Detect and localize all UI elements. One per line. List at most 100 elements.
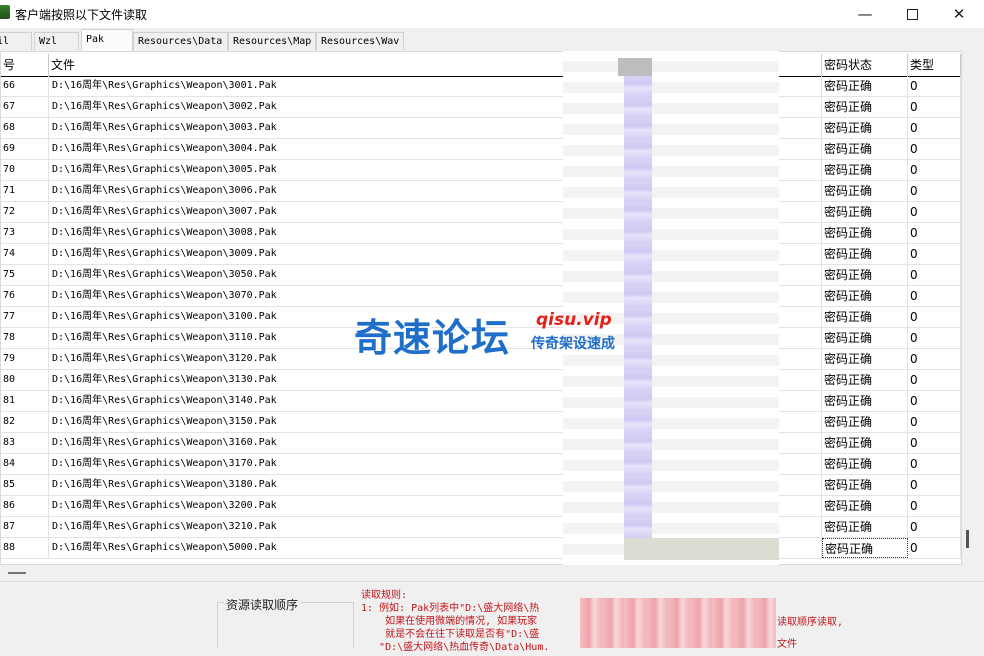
row-index[interactable]: 87 bbox=[1, 517, 49, 537]
table-row[interactable]: 68 D:\16周年\Res\Graphics\Weapon\3003.Pak 密码… bbox=[1, 118, 961, 139]
row-type[interactable]: 0 bbox=[908, 475, 961, 495]
row-type[interactable]: 0 bbox=[908, 391, 961, 411]
table-row[interactable]: 66 D:\16周年\Res\Graphics\Weapon\3001.Pak 密码… bbox=[1, 76, 961, 97]
row-password-status[interactable]: 密码正确 bbox=[822, 517, 908, 537]
row-index[interactable]: 83 bbox=[1, 433, 49, 453]
row-index[interactable]: 86 bbox=[1, 496, 49, 516]
row-index[interactable]: 68 bbox=[1, 118, 49, 138]
row-type[interactable]: 0 bbox=[908, 97, 961, 117]
row-index[interactable]: 72 bbox=[1, 202, 49, 222]
row-index[interactable]: 66 bbox=[1, 76, 49, 96]
row-password-status[interactable]: 密码正确 bbox=[822, 328, 908, 348]
row-index[interactable]: 76 bbox=[1, 286, 49, 306]
row-index[interactable]: 79 bbox=[1, 349, 49, 369]
row-type[interactable]: 0 bbox=[908, 454, 961, 474]
row-type[interactable]: 0 bbox=[908, 433, 961, 453]
row-index[interactable]: 70 bbox=[1, 160, 49, 180]
row-type[interactable]: 0 bbox=[908, 370, 961, 390]
row-password-status[interactable]: 密码正确 bbox=[822, 286, 908, 306]
tab-resources-data[interactable]: Resources\Data bbox=[133, 32, 228, 50]
table-row[interactable]: 71 D:\16周年\Res\Graphics\Weapon\3006.Pak 密码… bbox=[1, 181, 961, 202]
row-index[interactable]: 71 bbox=[1, 181, 49, 201]
row-password-status[interactable]: 密码正确 bbox=[822, 160, 908, 180]
row-type[interactable]: 0 bbox=[908, 349, 961, 369]
row-type[interactable]: 0 bbox=[908, 538, 961, 558]
table-row[interactable]: 72 D:\16周年\Res\Graphics\Weapon\3007.Pak 密码… bbox=[1, 202, 961, 223]
table-row[interactable]: 88 D:\16周年\Res\Graphics\Weapon\5000.Pak 密码… bbox=[1, 538, 961, 559]
row-password-status[interactable]: 密码正确 bbox=[822, 97, 908, 117]
row-password-status[interactable]: 密码正确 bbox=[822, 349, 908, 369]
row-index[interactable]: 67 bbox=[1, 97, 49, 117]
row-password-status[interactable]: 密码正确 bbox=[822, 265, 908, 285]
row-password-status[interactable]: 密码正确 bbox=[822, 118, 908, 138]
row-type[interactable]: 0 bbox=[908, 286, 961, 306]
row-password-status[interactable]: 密码正确 bbox=[822, 433, 908, 453]
row-password-status[interactable]: 密码正确 bbox=[822, 307, 908, 327]
row-type[interactable]: 0 bbox=[908, 265, 961, 285]
minimize-button[interactable]: — bbox=[842, 0, 888, 28]
row-password-status[interactable]: 密码正确 bbox=[822, 496, 908, 516]
table-row[interactable]: 83 D:\16周年\Res\Graphics\Weapon\3160.Pak 密码… bbox=[1, 433, 961, 454]
row-type[interactable]: 0 bbox=[908, 160, 961, 180]
table-row[interactable]: 85 D:\16周年\Res\Graphics\Weapon\3180.Pak 密码… bbox=[1, 475, 961, 496]
horizontal-scroll-thumb[interactable] bbox=[8, 572, 26, 574]
row-index[interactable]: 69 bbox=[1, 139, 49, 159]
row-index[interactable]: 82 bbox=[1, 412, 49, 432]
row-type[interactable]: 0 bbox=[908, 223, 961, 243]
tab-il[interactable]: il bbox=[0, 32, 32, 50]
row-password-status[interactable]: 密码正确 bbox=[822, 202, 908, 222]
table-row[interactable]: 84 D:\16周年\Res\Graphics\Weapon\3170.Pak 密码… bbox=[1, 454, 961, 475]
table-row[interactable]: 81 D:\16周年\Res\Graphics\Weapon\3140.Pak 密码… bbox=[1, 391, 961, 412]
row-index[interactable]: 73 bbox=[1, 223, 49, 243]
header-type[interactable]: 类型 bbox=[908, 54, 961, 76]
row-index[interactable]: 78 bbox=[1, 328, 49, 348]
row-password-status[interactable]: 密码正确 bbox=[822, 412, 908, 432]
table-row[interactable]: 67 D:\16周年\Res\Graphics\Weapon\3002.Pak 密码… bbox=[1, 97, 961, 118]
table-row[interactable]: 73 D:\16周年\Res\Graphics\Weapon\3008.Pak 密码… bbox=[1, 223, 961, 244]
row-type[interactable]: 0 bbox=[908, 244, 961, 264]
row-password-status[interactable]: 密码正确 bbox=[822, 139, 908, 159]
table-row[interactable]: 75 D:\16周年\Res\Graphics\Weapon\3050.Pak 密码… bbox=[1, 265, 961, 286]
row-type[interactable]: 0 bbox=[908, 307, 961, 327]
table-row[interactable]: 82 D:\16周年\Res\Graphics\Weapon\3150.Pak 密码… bbox=[1, 412, 961, 433]
header-index[interactable]: 号 bbox=[1, 54, 49, 76]
maximize-button[interactable] bbox=[889, 0, 935, 28]
tab-resources-map[interactable]: Resources\Map bbox=[228, 32, 316, 50]
table-row[interactable]: 86 D:\16周年\Res\Graphics\Weapon\3200.Pak 密码… bbox=[1, 496, 961, 517]
row-password-status[interactable]: 密码正确 bbox=[822, 370, 908, 390]
close-button[interactable]: ✕ bbox=[936, 0, 982, 28]
vertical-scroll-thumb[interactable] bbox=[966, 530, 969, 548]
row-password-status[interactable]: 密码正确 bbox=[822, 391, 908, 411]
row-type[interactable]: 0 bbox=[908, 496, 961, 516]
table-row[interactable]: 70 D:\16周年\Res\Graphics\Weapon\3005.Pak 密码… bbox=[1, 160, 961, 181]
row-index[interactable]: 81 bbox=[1, 391, 49, 411]
row-password-status[interactable]: 密码正确 bbox=[822, 475, 908, 495]
header-password-status[interactable]: 密码状态 bbox=[822, 54, 908, 76]
tab-pak[interactable]: Pak bbox=[81, 29, 133, 51]
row-type[interactable]: 0 bbox=[908, 328, 961, 348]
row-password-status[interactable]: 密码正确 bbox=[822, 454, 908, 474]
row-index[interactable]: 88 bbox=[1, 538, 49, 558]
row-index[interactable]: 77 bbox=[1, 307, 49, 327]
table-row[interactable]: 80 D:\16周年\Res\Graphics\Weapon\3130.Pak 密码… bbox=[1, 370, 961, 391]
table-row[interactable]: 76 D:\16周年\Res\Graphics\Weapon\3070.Pak 密码… bbox=[1, 286, 961, 307]
row-password-status[interactable]: 密码正确 bbox=[822, 181, 908, 201]
table-row[interactable]: 74 D:\16周年\Res\Graphics\Weapon\3009.Pak 密码… bbox=[1, 244, 961, 265]
tab-resources-wav[interactable]: Resources\Wav bbox=[316, 32, 404, 50]
table-row[interactable]: 69 D:\16周年\Res\Graphics\Weapon\3004.Pak 密码… bbox=[1, 139, 961, 160]
row-type[interactable]: 0 bbox=[908, 412, 961, 432]
row-index[interactable]: 75 bbox=[1, 265, 49, 285]
table-row[interactable]: 87 D:\16周年\Res\Graphics\Weapon\3210.Pak 密码… bbox=[1, 517, 961, 538]
row-index[interactable]: 80 bbox=[1, 370, 49, 390]
row-type[interactable]: 0 bbox=[908, 139, 961, 159]
row-password-status[interactable]: 密码正确 bbox=[822, 538, 908, 558]
row-type[interactable]: 0 bbox=[908, 517, 961, 537]
row-type[interactable]: 0 bbox=[908, 181, 961, 201]
row-index[interactable]: 85 bbox=[1, 475, 49, 495]
tab-wzl[interactable]: Wzl bbox=[34, 32, 79, 50]
row-type[interactable]: 0 bbox=[908, 118, 961, 138]
row-type[interactable]: 0 bbox=[908, 76, 961, 96]
row-index[interactable]: 74 bbox=[1, 244, 49, 264]
row-password-status[interactable]: 密码正确 bbox=[822, 76, 908, 96]
row-type[interactable]: 0 bbox=[908, 202, 961, 222]
